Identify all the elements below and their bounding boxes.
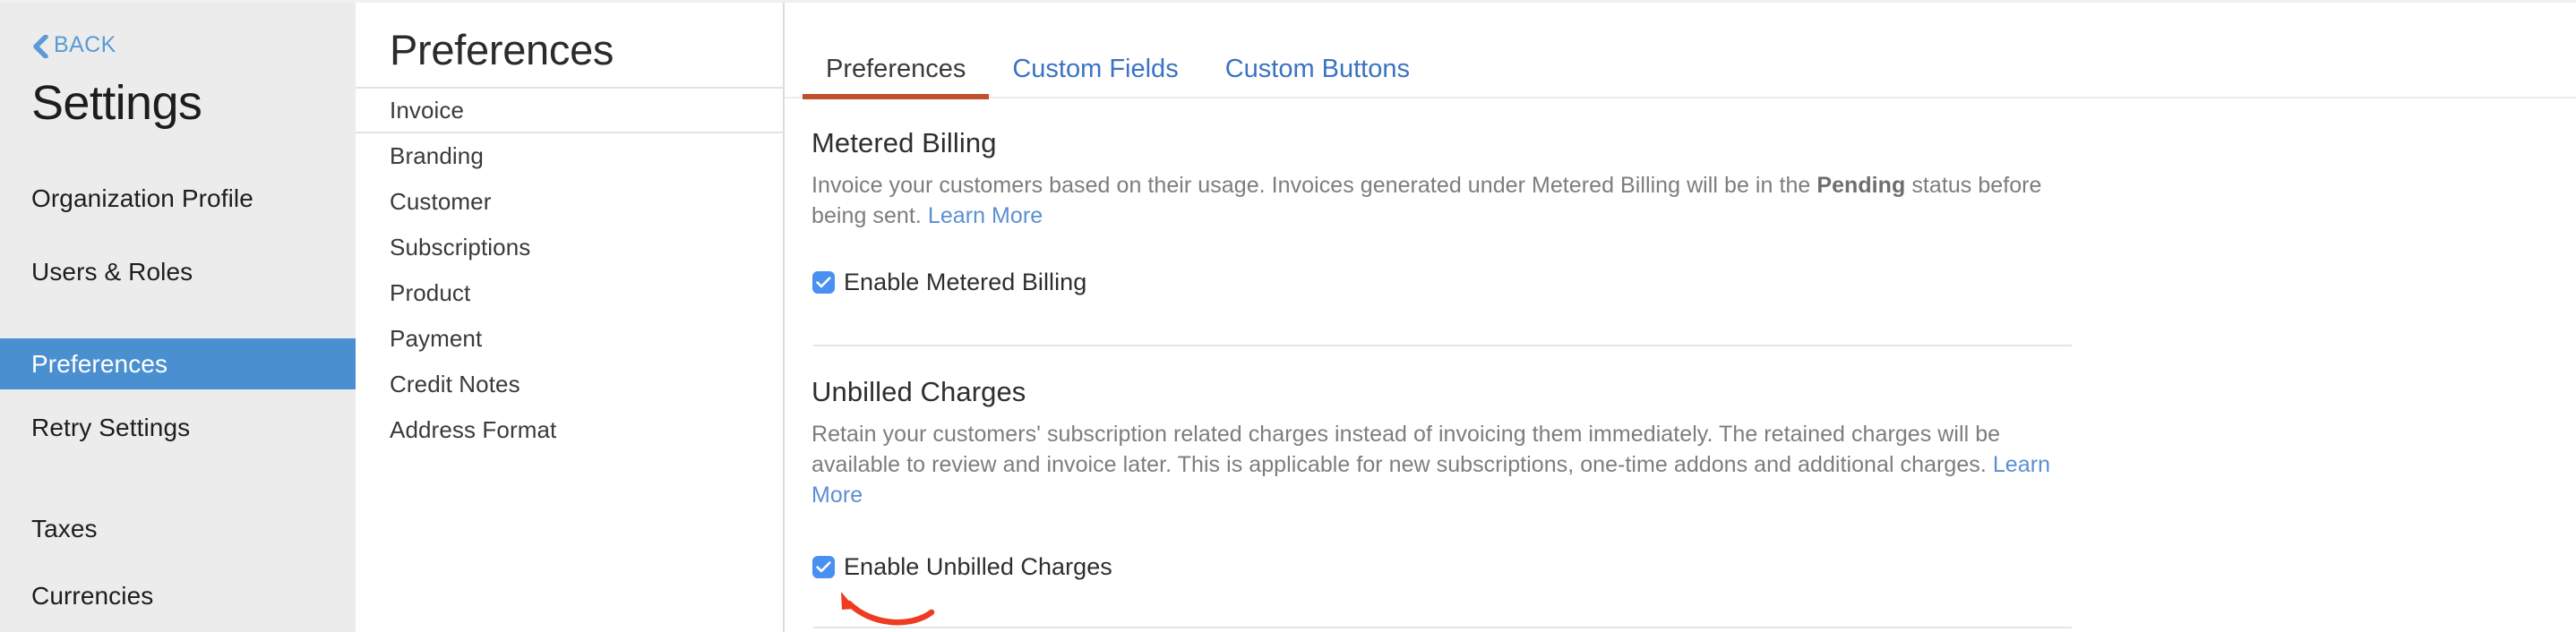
enable-unbilled-charges-checkbox-row[interactable]: Enable Unbilled Charges (812, 553, 1112, 581)
unbilled-charges-heading: Unbilled Charges (811, 376, 1026, 408)
enable-metered-billing-label: Enable Metered Billing (844, 269, 1086, 296)
list-item-label: Credit Notes (390, 371, 520, 398)
list-item-customer[interactable]: Customer (356, 179, 785, 225)
tab-label: Custom Fields (1012, 55, 1178, 83)
unbilled-charges-description: Retain your customers' subscription rela… (811, 419, 2079, 510)
sidebar-item-preferences[interactable]: Preferences (0, 338, 356, 389)
list-item-label: Invoice (390, 97, 464, 124)
tab-custom-buttons[interactable]: Custom Buttons (1202, 56, 1433, 97)
metered-billing-heading: Metered Billing (811, 127, 997, 159)
section-divider-bottom (813, 627, 2072, 628)
list-item-credit-notes[interactable]: Credit Notes (356, 362, 785, 407)
page-title: Settings (31, 75, 202, 131)
sidebar-item-retry-settings[interactable]: Retry Settings (0, 402, 356, 453)
chevron-left-icon (32, 35, 48, 58)
tab-label: Custom Buttons (1225, 55, 1410, 83)
desc-text: Retain your customers' subscription rela… (811, 422, 2000, 477)
sidebar-item-organization-profile[interactable]: Organization Profile (0, 173, 356, 224)
list-item-payment[interactable]: Payment (356, 316, 785, 362)
list-item-label: Product (390, 279, 470, 307)
sidebar-item-taxes[interactable]: Taxes (0, 503, 356, 554)
enable-metered-billing-checkbox[interactable] (812, 271, 835, 294)
sidebar-item-currencies[interactable]: Currencies (0, 570, 356, 621)
tab-label: Preferences (826, 55, 966, 83)
list-item-invoice[interactable]: Invoice (356, 87, 785, 133)
preferences-list: Invoice Branding Customer Subscriptions … (356, 87, 785, 453)
back-link[interactable]: BACK (32, 32, 116, 58)
list-item-label: Payment (390, 325, 482, 353)
enable-unbilled-charges-label: Enable Unbilled Charges (844, 553, 1112, 581)
metered-billing-learn-more-link[interactable]: Learn More (928, 203, 1043, 228)
preferences-list-column: Preferences Invoice Branding Customer Su… (356, 0, 785, 632)
list-item-branding[interactable]: Branding (356, 133, 785, 179)
list-item-label: Branding (390, 142, 484, 170)
check-icon (816, 277, 831, 288)
settings-sidebar: BACK Settings Organization Profile Users… (0, 0, 356, 632)
list-item-label: Address Format (390, 416, 556, 444)
tab-preferences[interactable]: Preferences (803, 56, 989, 97)
sidebar-item-label: Taxes (31, 515, 98, 543)
list-item-label: Subscriptions (390, 234, 530, 261)
metered-billing-description: Invoice your customers based on their us… (811, 170, 2079, 231)
sidebar-item-users-roles[interactable]: Users & Roles (0, 246, 356, 297)
section-divider (813, 345, 2072, 346)
top-hairline (0, 0, 2576, 3)
list-item-label: Customer (390, 188, 492, 216)
list-item-address-format[interactable]: Address Format (356, 407, 785, 453)
settings-preferences-screen: BACK Settings Organization Profile Users… (0, 0, 2576, 632)
sidebar-item-label: Users & Roles (31, 258, 193, 286)
sidebar-item-label: Retry Settings (31, 414, 190, 442)
list-item-product[interactable]: Product (356, 270, 785, 316)
enable-metered-billing-checkbox-row[interactable]: Enable Metered Billing (812, 269, 1086, 296)
sidebar-item-label: Preferences (31, 350, 167, 379)
sidebar-item-label: Organization Profile (31, 184, 253, 213)
back-label: BACK (54, 32, 116, 58)
tab-bar: Preferences Custom Fields Custom Buttons (785, 0, 2576, 98)
desc-bold-pending: Pending (1816, 173, 1905, 198)
desc-text-part1: Invoice your customers based on their us… (811, 173, 1816, 198)
preferences-list-title: Preferences (390, 25, 614, 74)
enable-unbilled-charges-checkbox[interactable] (812, 556, 835, 578)
list-item-subscriptions[interactable]: Subscriptions (356, 225, 785, 270)
tab-custom-fields[interactable]: Custom Fields (989, 56, 1201, 97)
sidebar-item-label: Currencies (31, 582, 153, 611)
main-content: Preferences Custom Fields Custom Buttons… (785, 0, 2576, 632)
check-icon (816, 561, 831, 573)
